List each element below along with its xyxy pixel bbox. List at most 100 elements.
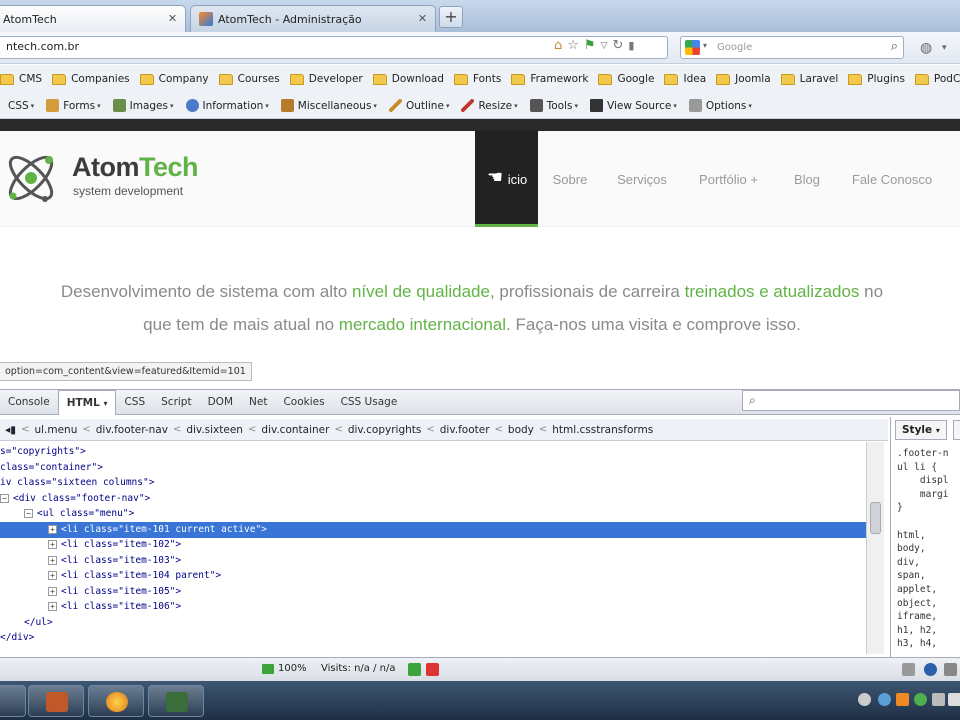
fb-side-tab-style[interactable]: Style ▾ (895, 420, 947, 440)
fb-tab-dom[interactable]: DOM (200, 390, 241, 414)
close-tab-icon[interactable]: ✕ (416, 12, 429, 25)
fb-tab-net[interactable]: Net (241, 390, 275, 414)
nav-item-servicos[interactable]: Serviços (602, 131, 682, 227)
scrollbar-thumb[interactable] (870, 502, 881, 534)
fb-tab-script[interactable]: Script (153, 390, 199, 414)
breadcrumb-item[interactable]: div.container (256, 424, 334, 436)
firebug-search-input[interactable]: ⌕ (742, 390, 960, 411)
html-tree-node[interactable]: class="container"> (0, 460, 866, 476)
html-tree-node[interactable]: s="copyrights"> (0, 444, 866, 460)
taskbar-item[interactable] (0, 685, 26, 717)
wd-options-menu[interactable]: Options ▾ (685, 99, 760, 112)
fb-tab-console[interactable]: Console (0, 390, 58, 414)
html-tree-node[interactable]: </ul> (0, 615, 866, 631)
nav-item-sobre[interactable]: Sobre (538, 131, 602, 227)
firebug-icon[interactable] (924, 663, 937, 676)
nav-item-blog[interactable]: Blog (775, 131, 839, 227)
tray-icon[interactable] (896, 693, 909, 706)
expand-icon[interactable]: + (48, 571, 57, 580)
tray-icon[interactable] (878, 693, 891, 706)
html-tree-scrollbar[interactable] (866, 442, 884, 654)
html-tree-node[interactable]: iv class="sixteen columns"> (0, 475, 866, 491)
bookmark-fonts[interactable]: Fonts (452, 73, 509, 85)
bookmark-star-icon[interactable]: ☆ (567, 37, 579, 55)
wd-css-menu[interactable]: CSS ▾ (0, 100, 42, 112)
expand-icon[interactable]: + (48, 555, 57, 565)
html-tree-node[interactable]: + <li class="item-104 parent"> (0, 568, 866, 584)
breadcrumb-item[interactable]: ul.menu (29, 424, 82, 436)
bookmark-plugins[interactable]: Plugins (846, 73, 913, 85)
breadcrumb-item[interactable]: html.csstransforms (547, 424, 658, 436)
wd-view-source-menu[interactable]: View Source ▾ (586, 99, 685, 112)
wd-forms-menu[interactable]: Forms ▾ (42, 99, 108, 112)
tab-atomtech[interactable]: AtomTech ✕ (0, 5, 186, 32)
reload-icon[interactable]: ↻ (613, 37, 624, 55)
html-tree-node[interactable]: − <div class="footer-nav"> (0, 491, 866, 507)
expand-icon[interactable]: + (48, 586, 57, 596)
fb-tab-css[interactable]: CSS (116, 390, 153, 414)
breadcrumb-item[interactable]: div.copyrights (343, 424, 427, 436)
wd-miscellaneous-menu[interactable]: Miscellaneous ▾ (277, 99, 385, 112)
bookmark-joomla[interactable]: Joomla (714, 73, 779, 85)
flag-icon[interactable]: ⚑ (584, 37, 596, 55)
tray-icon[interactable] (914, 693, 927, 706)
addon-icon[interactable] (408, 663, 421, 676)
bookmark-laravel[interactable]: Laravel (779, 73, 847, 85)
fb-tab-cookies[interactable]: Cookies (275, 390, 332, 414)
atom-logo-icon[interactable] (0, 147, 62, 209)
html-tree-node[interactable]: + <li class="item-105"> (0, 584, 866, 600)
nav-item-portfolio[interactable]: Portfólio + (682, 131, 775, 227)
collapse-icon[interactable]: − (0, 493, 9, 503)
tray-icon[interactable] (948, 693, 960, 706)
bookmark-idea[interactable]: Idea (662, 73, 714, 85)
wd-information-menu[interactable]: Information ▾ (182, 99, 277, 112)
globe-icon[interactable]: ◍ (920, 40, 932, 56)
dropdown-icon[interactable]: ▽ (601, 37, 608, 55)
expand-icon[interactable]: + (48, 524, 57, 534)
taskbar-app[interactable] (148, 685, 204, 717)
search-box[interactable]: ▾ Google ⌕ (680, 36, 904, 59)
google-icon[interactable] (685, 40, 700, 55)
close-tab-icon[interactable]: ✕ (166, 12, 179, 25)
bookmark-framework[interactable]: Framework (509, 73, 596, 85)
addon-icon[interactable] (426, 663, 439, 676)
bookmark-courses[interactable]: Courses (217, 73, 288, 85)
fb-tab-html[interactable]: HTML ▾ (57, 389, 117, 415)
tray-icon[interactable] (858, 693, 871, 706)
bookmark-podcast[interactable]: PodCast (913, 73, 960, 85)
html-tree-node[interactable]: + <li class="item-102"> (0, 537, 866, 553)
chevron-down-icon[interactable]: ▾ (942, 43, 947, 53)
html-tree-node[interactable]: + <li class="item-103"> (0, 553, 866, 569)
html-tree-node[interactable]: − <ul class="menu"> (0, 506, 866, 522)
bookmark-google[interactable]: Google (596, 73, 662, 85)
wd-resize-menu[interactable]: Resize ▾ (457, 99, 525, 112)
fb-side-tab-computed[interactable] (953, 420, 960, 440)
fb-tab-css-usage[interactable]: CSS Usage (333, 390, 406, 414)
bookmark-developer[interactable]: Developer (288, 73, 371, 85)
addon-icon[interactable] (944, 663, 957, 676)
taskbar-firefox[interactable] (88, 685, 144, 717)
tray-icon[interactable] (932, 693, 945, 706)
engine-dropdown-icon[interactable]: ▾ (703, 41, 707, 50)
new-tab-button[interactable]: + (439, 6, 463, 28)
breadcrumb-scroll-icon[interactable]: ◂▮ (0, 424, 21, 436)
zoom-indicator[interactable]: 100% (262, 663, 307, 674)
html-tree-node[interactable]: + <li class="item-101 current active"> (0, 521, 866, 538)
breadcrumb-item[interactable]: div.sixteen (181, 424, 248, 436)
nav-item-fale-conosco[interactable]: Fale Conosco (839, 131, 945, 227)
wd-outline-menu[interactable]: Outline ▾ (385, 99, 458, 112)
search-icon[interactable]: ⌕ (891, 39, 898, 54)
feed-icon[interactable]: ▮ (628, 37, 634, 55)
logo-title[interactable]: AtomTech (72, 152, 199, 183)
expand-icon[interactable]: + (48, 540, 57, 549)
console-icon[interactable] (902, 663, 915, 676)
html-tree-node[interactable]: </div> (0, 630, 866, 646)
expand-icon[interactable]: + (48, 602, 57, 611)
bookmark-company[interactable]: Company (138, 73, 217, 85)
html-tree-node[interactable]: + <li class="item-106"> (0, 599, 866, 615)
wd-images-menu[interactable]: Images ▾ (109, 99, 182, 112)
bookmark-cms[interactable]: CMS (0, 73, 50, 85)
breadcrumb-item[interactable]: body (503, 424, 539, 436)
bookmark-companies[interactable]: Companies (50, 73, 138, 85)
taskbar-sublime[interactable] (28, 685, 84, 717)
